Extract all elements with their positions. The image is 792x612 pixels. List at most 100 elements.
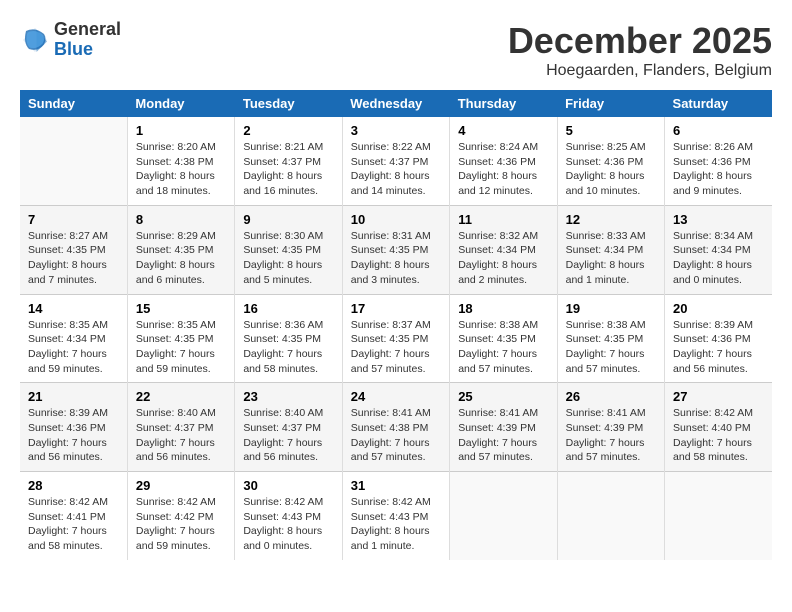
logo: General Blue [20,20,121,60]
day-number: 28 [28,478,119,493]
calendar-cell: 18 Sunrise: 8:38 AM Sunset: 4:35 PM Dayli… [450,294,557,383]
day-info: Sunrise: 8:41 AM Sunset: 4:39 PM Dayligh… [458,406,548,465]
day-number: 2 [243,123,333,138]
day-number: 17 [351,301,441,316]
day-number: 19 [566,301,656,316]
calendar-cell: 26 Sunrise: 8:41 AM Sunset: 4:39 PM Dayli… [557,383,664,472]
calendar-cell: 1 Sunrise: 8:20 AM Sunset: 4:38 PM Daylig… [127,117,234,205]
calendar-cell [20,117,127,205]
day-info: Sunrise: 8:24 AM Sunset: 4:36 PM Dayligh… [458,140,548,199]
day-info: Sunrise: 8:40 AM Sunset: 4:37 PM Dayligh… [136,406,226,465]
calendar-cell: 5 Sunrise: 8:25 AM Sunset: 4:36 PM Daylig… [557,117,664,205]
day-number: 27 [673,389,764,404]
calendar-cell: 21Sunrise: 8:39 AM Sunset: 4:36 PM Dayli… [20,383,127,472]
logo-icon [20,25,50,55]
day-info: Sunrise: 8:35 AM Sunset: 4:35 PM Dayligh… [136,318,226,377]
day-number: 16 [243,301,333,316]
day-info: Sunrise: 8:39 AM Sunset: 4:36 PM Dayligh… [28,406,119,465]
day-number: 26 [566,389,656,404]
calendar-cell: 31 Sunrise: 8:42 AM Sunset: 4:43 PM Dayli… [342,472,449,560]
day-info: Sunrise: 8:42 AM Sunset: 4:42 PM Dayligh… [136,495,226,554]
calendar-cell: 12 Sunrise: 8:33 AM Sunset: 4:34 PM Dayli… [557,205,664,294]
calendar-cell: 11Sunrise: 8:32 AM Sunset: 4:34 PM Dayli… [450,205,557,294]
calendar-table: SundayMondayTuesdayWednesdayThursdayFrid… [20,90,772,560]
day-number: 4 [458,123,548,138]
calendar-cell: 20 Sunrise: 8:39 AM Sunset: 4:36 PM Dayli… [665,294,772,383]
day-number: 5 [566,123,656,138]
day-number: 24 [351,389,441,404]
weekday-header-tuesday: Tuesday [235,90,342,117]
day-info: Sunrise: 8:31 AM Sunset: 4:35 PM Dayligh… [351,229,441,288]
day-info: Sunrise: 8:41 AM Sunset: 4:39 PM Dayligh… [566,406,656,465]
location-title: Hoegaarden, Flanders, Belgium [508,62,772,80]
calendar-cell: 15 Sunrise: 8:35 AM Sunset: 4:35 PM Dayli… [127,294,234,383]
calendar-cell: 10 Sunrise: 8:31 AM Sunset: 4:35 PM Dayli… [342,205,449,294]
calendar-cell: 3Sunrise: 8:22 AM Sunset: 4:37 PM Daylig… [342,117,449,205]
calendar-cell: 17 Sunrise: 8:37 AM Sunset: 4:35 PM Dayli… [342,294,449,383]
day-info: Sunrise: 8:36 AM Sunset: 4:35 PM Dayligh… [243,318,333,377]
calendar-cell: 29Sunrise: 8:42 AM Sunset: 4:42 PM Dayli… [127,472,234,560]
calendar-cell [665,472,772,560]
day-number: 12 [566,212,656,227]
day-info: Sunrise: 8:25 AM Sunset: 4:36 PM Dayligh… [566,140,656,199]
day-number: 13 [673,212,764,227]
calendar-cell: 9 Sunrise: 8:30 AM Sunset: 4:35 PM Daylig… [235,205,342,294]
weekday-header-monday: Monday [127,90,234,117]
day-number: 6 [673,123,764,138]
calendar-cell: 19 Sunrise: 8:38 AM Sunset: 4:35 PM Dayli… [557,294,664,383]
day-number: 18 [458,301,548,316]
calendar-week-1: 1 Sunrise: 8:20 AM Sunset: 4:38 PM Daylig… [20,117,772,205]
day-number: 10 [351,212,441,227]
day-info: Sunrise: 8:33 AM Sunset: 4:34 PM Dayligh… [566,229,656,288]
calendar-cell: 24Sunrise: 8:41 AM Sunset: 4:38 PM Dayli… [342,383,449,472]
calendar-cell: 25Sunrise: 8:41 AM Sunset: 4:39 PM Dayli… [450,383,557,472]
day-number: 23 [243,389,333,404]
calendar-cell: 30Sunrise: 8:42 AM Sunset: 4:43 PM Dayli… [235,472,342,560]
calendar-cell: 23Sunrise: 8:40 AM Sunset: 4:37 PM Dayli… [235,383,342,472]
logo-general: General [54,20,121,40]
day-number: 7 [28,212,119,227]
calendar-cell: 13 Sunrise: 8:34 AM Sunset: 4:34 PM Dayli… [665,205,772,294]
day-number: 20 [673,301,764,316]
day-number: 31 [351,478,441,493]
calendar-cell [557,472,664,560]
day-number: 15 [136,301,226,316]
title-area: December 2025 Hoegaarden, Flanders, Belg… [508,20,772,80]
calendar-cell: 6 Sunrise: 8:26 AM Sunset: 4:36 PM Daylig… [665,117,772,205]
calendar-cell: 7Sunrise: 8:27 AM Sunset: 4:35 PM Daylig… [20,205,127,294]
calendar-week-5: 28 Sunrise: 8:42 AM Sunset: 4:41 PM Dayli… [20,472,772,560]
day-info: Sunrise: 8:42 AM Sunset: 4:43 PM Dayligh… [351,495,441,554]
day-info: Sunrise: 8:26 AM Sunset: 4:36 PM Dayligh… [673,140,764,199]
calendar-cell: 28 Sunrise: 8:42 AM Sunset: 4:41 PM Dayli… [20,472,127,560]
weekday-header-friday: Friday [557,90,664,117]
day-number: 3 [351,123,441,138]
weekday-header-thursday: Thursday [450,90,557,117]
day-number: 8 [136,212,226,227]
day-info: Sunrise: 8:20 AM Sunset: 4:38 PM Dayligh… [136,140,226,199]
day-info: Sunrise: 8:42 AM Sunset: 4:41 PM Dayligh… [28,495,119,554]
calendar-cell: 27Sunrise: 8:42 AM Sunset: 4:40 PM Dayli… [665,383,772,472]
weekday-header-sunday: Sunday [20,90,127,117]
day-number: 14 [28,301,119,316]
day-info: Sunrise: 8:38 AM Sunset: 4:35 PM Dayligh… [458,318,548,377]
day-info: Sunrise: 8:38 AM Sunset: 4:35 PM Dayligh… [566,318,656,377]
header: General Blue December 2025 Hoegaarden, F… [20,20,772,80]
calendar-cell [450,472,557,560]
calendar-cell: 14 Sunrise: 8:35 AM Sunset: 4:34 PM Dayli… [20,294,127,383]
weekday-header-row: SundayMondayTuesdayWednesdayThursdayFrid… [20,90,772,117]
day-number: 22 [136,389,226,404]
day-info: Sunrise: 8:30 AM Sunset: 4:35 PM Dayligh… [243,229,333,288]
calendar-cell: 16 Sunrise: 8:36 AM Sunset: 4:35 PM Dayli… [235,294,342,383]
day-info: Sunrise: 8:34 AM Sunset: 4:34 PM Dayligh… [673,229,764,288]
day-info: Sunrise: 8:37 AM Sunset: 4:35 PM Dayligh… [351,318,441,377]
day-number: 1 [136,123,226,138]
weekday-header-saturday: Saturday [665,90,772,117]
calendar-week-2: 7Sunrise: 8:27 AM Sunset: 4:35 PM Daylig… [20,205,772,294]
calendar-cell: 22 Sunrise: 8:40 AM Sunset: 4:37 PM Dayli… [127,383,234,472]
day-info: Sunrise: 8:39 AM Sunset: 4:36 PM Dayligh… [673,318,764,377]
day-info: Sunrise: 8:35 AM Sunset: 4:34 PM Dayligh… [28,318,119,377]
day-number: 9 [243,212,333,227]
day-info: Sunrise: 8:29 AM Sunset: 4:35 PM Dayligh… [136,229,226,288]
weekday-header-wednesday: Wednesday [342,90,449,117]
logo-blue: Blue [54,40,121,60]
